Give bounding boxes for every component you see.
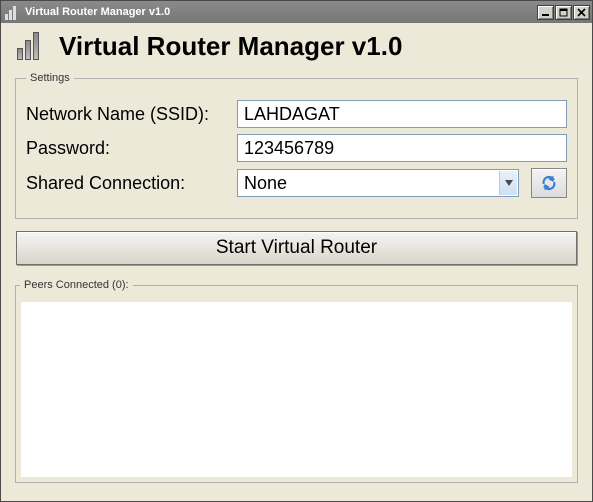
settings-legend: Settings — [26, 72, 74, 84]
shared-connection-value: None — [244, 173, 287, 194]
titlebar: Virtual Router Manager v1.0 — [1, 1, 592, 23]
peers-legend: Peers Connected (0): — [20, 279, 133, 291]
start-virtual-router-button[interactable]: Start Virtual Router — [16, 231, 577, 265]
app-title: Virtual Router Manager v1.0 — [59, 31, 402, 62]
peers-list[interactable] — [20, 301, 573, 478]
app-bars-icon — [17, 30, 49, 62]
refresh-button[interactable] — [531, 168, 567, 198]
password-row: Password: — [26, 134, 567, 162]
maximize-button[interactable] — [555, 5, 572, 20]
minimize-button[interactable] — [537, 5, 554, 20]
shared-connection-select[interactable]: None — [237, 169, 519, 197]
password-input[interactable] — [237, 134, 567, 162]
content-area: Virtual Router Manager v1.0 Settings Net… — [1, 23, 592, 501]
shared-connection-label: Shared Connection: — [26, 173, 231, 194]
peers-group: Peers Connected (0): — [15, 279, 578, 483]
ssid-label: Network Name (SSID): — [26, 104, 231, 125]
window-title: Virtual Router Manager v1.0 — [25, 6, 536, 18]
chevron-down-icon — [499, 171, 517, 195]
settings-group: Settings Network Name (SSID): Password: … — [15, 72, 578, 219]
header: Virtual Router Manager v1.0 — [15, 28, 578, 68]
app-window: Virtual Router Manager v1.0 Virtual Rout… — [0, 0, 593, 502]
close-button[interactable] — [573, 5, 590, 20]
ssid-input[interactable] — [237, 100, 567, 128]
refresh-icon — [540, 174, 558, 192]
shared-connection-row: Shared Connection: None — [26, 168, 567, 198]
peers-empty — [21, 302, 572, 478]
ssid-row: Network Name (SSID): — [26, 100, 567, 128]
password-label: Password: — [26, 138, 231, 159]
app-bars-icon — [5, 4, 21, 20]
